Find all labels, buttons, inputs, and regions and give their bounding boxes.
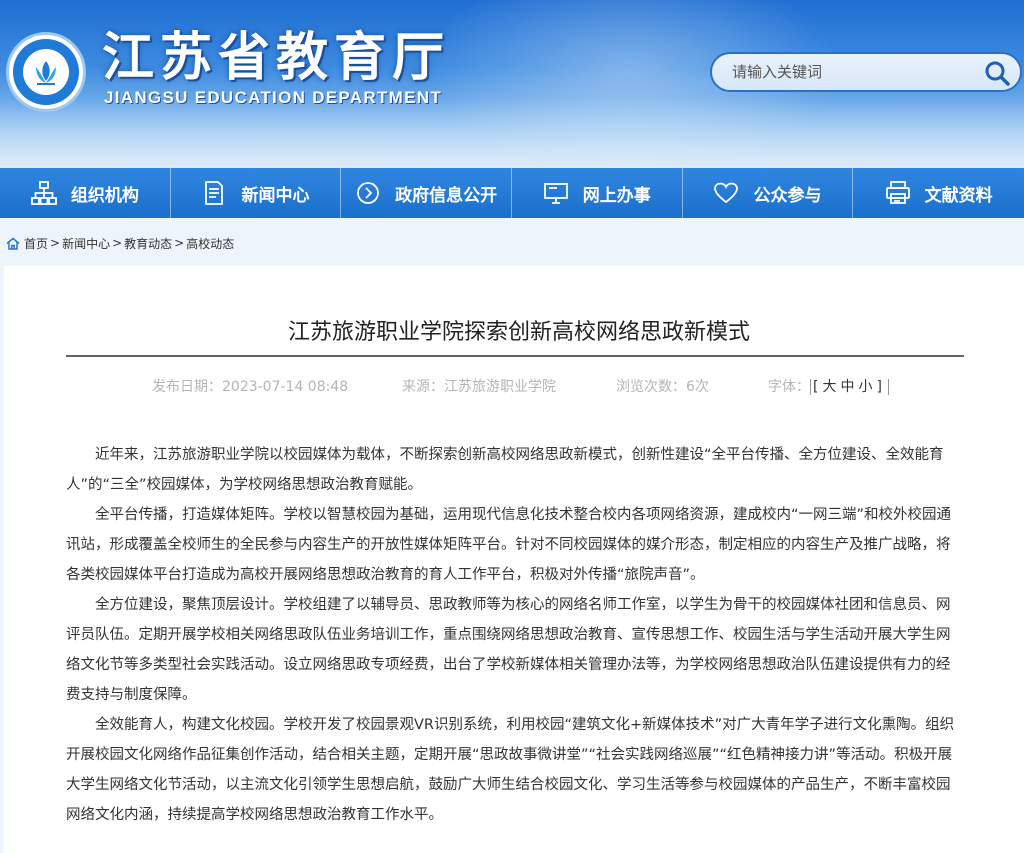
article-title: 江苏旅游职业学院探索创新高校网络思政新模式 [287,320,750,345]
emblem-icon[interactable] [6,32,86,112]
document-icon [201,180,227,206]
breadcrumb: 首页 > 新闻中心 > 教育动态 > 高校动态 [6,234,234,252]
source-label: 来源： [402,379,444,395]
nav-label: 网上办事 [582,185,651,206]
site-header: 江苏省教育厅 JIANGSU EDUCATION DEPARTMENT [0,0,1024,168]
nav-item-gov-info[interactable]: 政府信息公开 [341,168,512,218]
nav-label: 组织机构 [70,185,139,206]
font-size-large[interactable]: 大 [822,379,840,395]
search-bar [710,52,1022,92]
nav-item-online-services[interactable]: 网上办事 [512,168,683,218]
font-size-medium[interactable]: 中 [840,379,858,395]
font-size-small[interactable]: 小 [858,379,876,395]
heart-icon [713,180,739,206]
views-label: 浏览次数： [616,379,686,395]
source-value: 江苏旅游职业学院 [444,379,556,395]
font-bracket-close: ] [876,379,886,395]
font-size-control: 字体： [大中小] [768,376,889,396]
breadcrumb-news-center[interactable]: 新闻中心 [62,235,110,252]
views-value: 6次 [686,379,709,395]
org-chart-icon [30,180,57,206]
font-size-label: 字体： [768,379,810,395]
nav-label: 政府信息公开 [395,185,498,206]
home-icon[interactable] [6,237,20,250]
font-size-options: [大中小] [810,379,889,395]
nav-item-documents[interactable]: 文献资料 [853,168,1024,218]
breadcrumb-separator: > [174,236,185,250]
breadcrumb-home[interactable]: 首页 [24,235,48,252]
search-input[interactable] [732,57,982,87]
main-nav: 组织机构 新闻中心 政府信息公开 网上办事 公众参与 文献资料 [0,168,1024,218]
nav-item-news[interactable]: 新闻中心 [171,168,342,218]
nav-item-public-participation[interactable]: 公众参与 [683,168,854,218]
breadcrumb-university-news[interactable]: 高校动态 [186,235,234,252]
publish-date-value: 2023-07-14 08:48 [222,379,349,395]
article-paragraph: 全方位建设，聚焦顶层设计。学校组建了以辅导员、思政教师等为核心的网络名师工作室，… [66,597,951,703]
site-title: 江苏省教育厅 [102,28,451,88]
publish-date: 发布日期：2023-07-14 08:48 [152,376,348,396]
title-divider [66,355,964,357]
article-paragraph: 全效能育人，构建文化校园。学校开发了校园景观VR识别系统，利用校园“建筑文化+新… [66,717,955,823]
site-subtitle: JIANGSU EDUCATION DEPARTMENT [104,88,443,107]
article-paragraph: 全平台传播，打造媒体矩阵。学校以智慧校园为基础，运用现代信息化技术整合校内各项网… [66,507,952,583]
breadcrumb-education-news[interactable]: 教育动态 [124,235,172,252]
view-count: 浏览次数：6次 [616,376,709,396]
nav-label: 文献资料 [924,185,993,206]
breadcrumb-separator: > [112,236,123,250]
nav-label: 公众参与 [753,185,822,206]
article-meta: 发布日期：2023-07-14 08:48 来源：江苏旅游职业学院 浏览次数：6… [4,376,1024,396]
breadcrumb-separator: > [50,236,61,250]
nav-label: 新闻中心 [241,185,310,206]
printer-icon [885,180,911,206]
article-panel: 江苏旅游职业学院探索创新高校网络思政新模式 发布日期：2023-07-14 08… [4,266,1024,853]
article-body: 近年来，江苏旅游职业学院以校园媒体为载体，不断探索创新高校网络思政新模式，创新性… [66,440,962,830]
monitor-icon [543,180,569,206]
article-paragraph: 近年来，江苏旅游职业学院以校园媒体为载体，不断探索创新高校网络思政新模式，创新性… [66,447,944,493]
publish-date-label: 发布日期： [152,379,222,395]
nav-item-organization[interactable]: 组织机构 [0,168,171,218]
header-skyline [0,98,1024,168]
play-circle-icon [355,180,381,206]
search-icon[interactable] [984,60,1010,86]
article-source: 来源：江苏旅游职业学院 [402,376,556,396]
